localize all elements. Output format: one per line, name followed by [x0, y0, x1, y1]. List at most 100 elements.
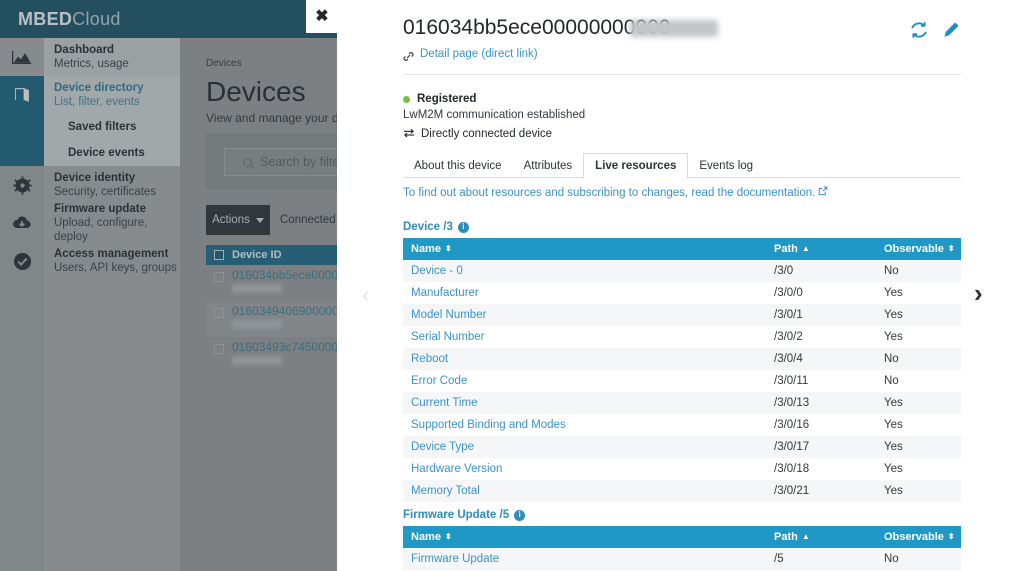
table-row[interactable]: Error Code/3/0/11 No: [403, 370, 961, 392]
resource-observable: Yes: [884, 441, 903, 453]
table-row[interactable]: Memory Total/3/0/21 Yes: [403, 480, 961, 502]
resource-path: /3/0/18: [774, 463, 810, 475]
pencil-icon[interactable]: [941, 20, 961, 40]
tab-about-this-device[interactable]: About this device: [403, 153, 513, 178]
column-header-path-label: Path: [774, 243, 798, 255]
resource-name[interactable]: Reboot: [403, 348, 766, 370]
resource-name[interactable]: Manufacturer: [403, 282, 766, 304]
section-title-device-3: Device /3 i: [403, 221, 469, 233]
column-header-observable[interactable]: Observable ⬍: [876, 526, 961, 548]
table-row[interactable]: Model Number/3/0/1 Yes: [403, 304, 961, 326]
resource-path: /3/0: [774, 265, 794, 277]
column-header-path[interactable]: Path ▲: [766, 238, 876, 260]
next-device-arrow-icon[interactable]: ›: [974, 278, 983, 309]
column-header-name-label: Name: [411, 531, 441, 543]
previous-device-arrow-icon[interactable]: ‹: [362, 282, 369, 308]
screen-root: MBEDCloud Dashboard Metrics, usage Devic…: [0, 0, 1024, 571]
resource-observable: No: [884, 353, 899, 365]
sort-icon: ⬍: [444, 532, 452, 541]
table-row[interactable]: Reboot/3/0/4 No: [403, 348, 961, 370]
resource-observable: Yes: [884, 331, 903, 343]
refresh-icon[interactable]: [909, 20, 929, 40]
tab-live-resources[interactable]: Live resources: [583, 153, 689, 179]
external-link-icon: [818, 186, 828, 199]
table-row[interactable]: Firmware Update/5 No: [403, 548, 961, 570]
column-header-observable-label: Observable: [884, 531, 944, 543]
resource-observable: No: [884, 553, 899, 565]
sort-asc-icon: ▲: [801, 532, 810, 541]
device-detail-panel: 016034bb5ece00000000000 Detail page (dir…: [337, 0, 1024, 571]
resource-path: /3/0/21: [774, 485, 810, 497]
column-header-path-label: Path: [774, 531, 798, 543]
panel-divider: [403, 74, 961, 75]
resource-name[interactable]: Error Code: [403, 370, 766, 392]
resource-observable: Yes: [884, 287, 903, 299]
documentation-link-text: To find out about resources and subscrib…: [403, 186, 816, 199]
documentation-link[interactable]: To find out about resources and subscrib…: [403, 186, 828, 199]
tab-events-log[interactable]: Events log: [688, 153, 764, 178]
table-row[interactable]: Device Type/3/0/17 Yes: [403, 436, 961, 458]
table-row[interactable]: Device - 0/3/0 No: [403, 260, 961, 282]
sort-asc-icon: ▲: [801, 244, 810, 253]
resource-path: /5: [774, 553, 784, 565]
close-panel-button[interactable]: ✖: [306, 0, 338, 33]
resource-name[interactable]: Memory Total: [403, 480, 766, 502]
status-connection-text: Directly connected device: [421, 128, 553, 140]
resource-path: /3/0/17: [774, 441, 810, 453]
resource-observable: Yes: [884, 309, 903, 321]
close-icon: ✖: [315, 7, 329, 25]
status-dot-icon: [403, 95, 410, 103]
resources-table-device-3: Name ⬍ Path ▲ Observable ⬍ Device - 0/3/0 No…: [403, 238, 961, 502]
direct-link-row[interactable]: Detail page (direct link): [403, 48, 538, 61]
panel-tabs: About this device Attributes Live resour…: [403, 153, 961, 179]
column-header-name[interactable]: Name ⬍: [403, 238, 766, 260]
panel-action-icons: [909, 20, 961, 40]
status-state: Registered: [417, 93, 477, 105]
table-header-row: Name ⬍ Path ▲ Observable ⬍: [403, 526, 961, 548]
resource-name[interactable]: Current Time: [403, 392, 766, 414]
sort-icon: ⬍: [947, 244, 955, 253]
table-row[interactable]: Manufacturer/3/0/0 Yes: [403, 282, 961, 304]
resource-name[interactable]: Firmware Update: [403, 548, 766, 570]
table-row[interactable]: Serial Number/3/0/2 Yes: [403, 326, 961, 348]
resource-name[interactable]: Model Number: [403, 304, 766, 326]
section-title-firmware-update-5: Firmware Update /5 i: [403, 509, 526, 521]
resource-name[interactable]: Device Type: [403, 436, 766, 458]
device-status-block: Registered LwM2M communication establish…: [403, 93, 585, 143]
resource-name[interactable]: Device - 0: [403, 260, 766, 282]
resource-name[interactable]: Hardware Version: [403, 458, 766, 480]
section-label: Device /3: [403, 221, 453, 233]
resource-observable: Yes: [884, 463, 903, 475]
status-description: LwM2M communication established: [403, 109, 586, 121]
resource-path: /3/0/1: [774, 309, 803, 321]
resource-observable: Yes: [884, 485, 903, 497]
info-icon[interactable]: i: [514, 509, 526, 521]
resource-observable: Yes: [884, 419, 903, 431]
status-badge: Registered: [403, 93, 585, 105]
link-chain-icon: [403, 49, 414, 61]
column-header-name[interactable]: Name ⬍: [403, 526, 766, 548]
section-label: Firmware Update /5: [403, 509, 510, 521]
sort-icon: ⬍: [444, 244, 452, 253]
resource-name[interactable]: Serial Number: [403, 326, 766, 348]
table-row[interactable]: Current Time/3/0/13 Yes: [403, 392, 961, 414]
table-row[interactable]: Hardware Version/3/0/18 Yes: [403, 458, 961, 480]
resource-name[interactable]: Supported Binding and Modes: [403, 414, 766, 436]
detail-page-link[interactable]: Detail page (direct link): [420, 48, 538, 60]
resource-path: /3/0/13: [774, 397, 810, 409]
column-header-name-label: Name: [411, 243, 441, 255]
resource-path: /3/0/16: [774, 419, 810, 431]
info-icon[interactable]: i: [457, 221, 469, 233]
column-header-observable[interactable]: Observable ⬍: [876, 238, 961, 260]
tab-attributes[interactable]: Attributes: [513, 153, 584, 178]
resource-observable: No: [884, 375, 899, 387]
resource-path: /3/0/2: [774, 331, 803, 343]
resource-observable: No: [884, 265, 899, 277]
column-header-path[interactable]: Path ▲: [766, 526, 876, 548]
column-header-observable-label: Observable: [884, 243, 944, 255]
resource-path: /3/0/11: [774, 375, 809, 387]
status-connection-row: Directly connected device: [403, 125, 585, 143]
exchange-arrows-icon: [403, 125, 415, 143]
resource-path: /3/0/4: [774, 353, 803, 365]
table-row[interactable]: Supported Binding and Modes/3/0/16 Yes: [403, 414, 961, 436]
